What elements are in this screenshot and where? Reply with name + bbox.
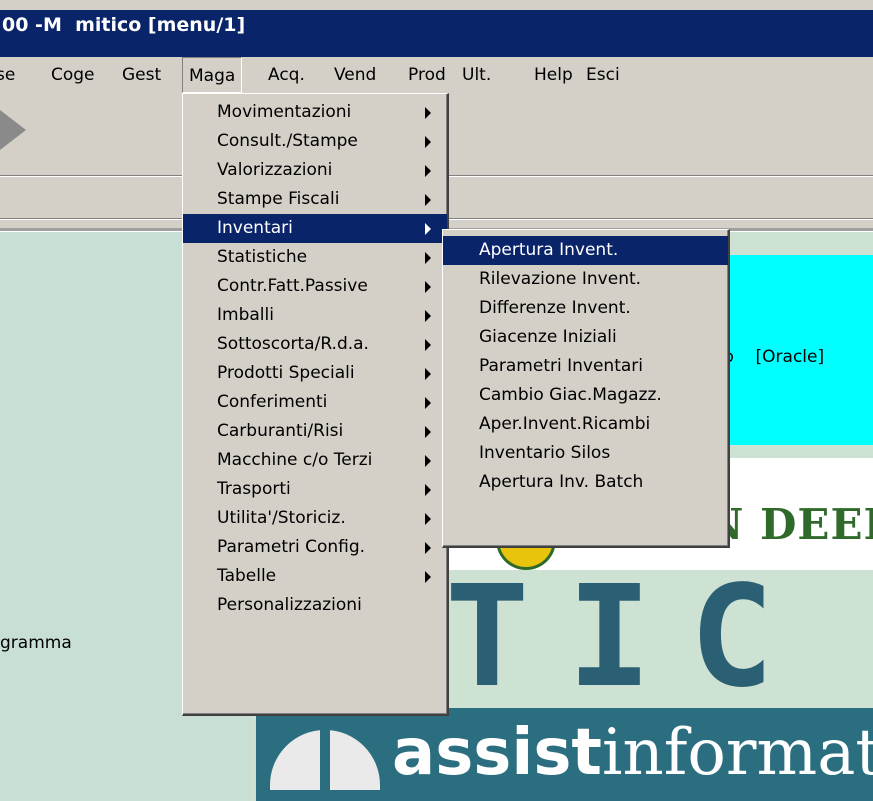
menu-item-consult-stampe[interactable]: Consult./Stampe bbox=[183, 127, 447, 156]
menu-item-label: Movimentazioni bbox=[217, 102, 352, 122]
submenu-item-label: Parametri Inventari bbox=[479, 356, 643, 376]
window-title: 00 -M mitico [menu/1] bbox=[2, 14, 246, 36]
menu-item-utilita-storiciz[interactable]: Utilita'/Storiciz. bbox=[183, 504, 447, 533]
submenu-item-label: Cambio Giac.Magazz. bbox=[479, 385, 662, 405]
menu-item-tabelle[interactable]: Tabelle bbox=[183, 562, 447, 591]
menu-prod[interactable]: Prod bbox=[402, 57, 452, 93]
menu-gest[interactable]: Gest bbox=[116, 57, 167, 93]
submenu-item-label: Aper.Invent.Ricambi bbox=[479, 414, 651, 434]
submenu-arrow-icon bbox=[425, 252, 431, 264]
menu-item-personalizzazioni[interactable]: Personalizzazioni bbox=[183, 591, 447, 620]
menu-item-label: Macchine c/o Terzi bbox=[217, 450, 373, 470]
menu-se[interactable]: se bbox=[0, 57, 21, 93]
menu-item-carburanti-risi[interactable]: Carburanti/Risi bbox=[183, 417, 447, 446]
menu-item-label: Stampe Fiscali bbox=[217, 189, 340, 209]
menu-item-label: Parametri Config. bbox=[217, 537, 366, 557]
menu-item-sottoscorta[interactable]: Sottoscorta/R.d.a. bbox=[183, 330, 447, 359]
menu-esci[interactable]: Esci bbox=[580, 57, 626, 93]
assist-light: informati bbox=[602, 716, 873, 790]
menu-item-contr-fatt-passive[interactable]: Contr.Fatt.Passive bbox=[183, 272, 447, 301]
submenu-arrow-icon bbox=[425, 542, 431, 554]
menu-maga[interactable]: Maga bbox=[182, 57, 243, 93]
menu-item-label: Contr.Fatt.Passive bbox=[217, 276, 368, 296]
submenu-item-label: Inventario Silos bbox=[479, 443, 611, 463]
submenu-item-label: Differenze Invent. bbox=[479, 298, 631, 318]
menu-item-stampe-fiscali[interactable]: Stampe Fiscali bbox=[183, 185, 447, 214]
submenu-arrow-icon bbox=[425, 513, 431, 525]
submenu-arrow-icon bbox=[425, 426, 431, 438]
menu-item-valorizzazioni[interactable]: Valorizzazioni bbox=[183, 156, 447, 185]
menu-item-statistiche[interactable]: Statistiche bbox=[183, 243, 447, 272]
submenu-item-rilevazione-invent[interactable]: Rilevazione Invent. bbox=[443, 265, 728, 294]
menu-item-conferimenti[interactable]: Conferimenti bbox=[183, 388, 447, 417]
submenu-arrow-icon bbox=[425, 571, 431, 583]
submenu-arrow-icon bbox=[425, 107, 431, 119]
menu-item-trasporti[interactable]: Trasporti bbox=[183, 475, 447, 504]
menu-item-parametri-config[interactable]: Parametri Config. bbox=[183, 533, 447, 562]
submenu-item-differenze-invent[interactable]: Differenze Invent. bbox=[443, 294, 728, 323]
submenu-item-parametri-inventari[interactable]: Parametri Inventari bbox=[443, 352, 728, 381]
submenu-arrow-icon bbox=[425, 136, 431, 148]
submenu-arrow-icon bbox=[425, 339, 431, 351]
menubar: se Coge Gest Maga Acq. Vend Prod Ult. He… bbox=[0, 57, 873, 93]
menu-help[interactable]: Help bbox=[528, 57, 579, 93]
menu-item-label: Prodotti Speciali bbox=[217, 363, 355, 383]
deere-brand-text: N DEEI bbox=[705, 500, 873, 549]
submenu-arrow-icon bbox=[425, 397, 431, 409]
submenu-item-inventario-silos[interactable]: Inventario Silos bbox=[443, 439, 728, 468]
menu-item-macchine-terzi[interactable]: Macchine c/o Terzi bbox=[183, 446, 447, 475]
submenu-arrow-icon bbox=[425, 368, 431, 380]
menu-item-label: Inventari bbox=[217, 218, 293, 238]
menu-coge[interactable]: Coge bbox=[45, 57, 101, 93]
submenu-arrow-icon bbox=[425, 484, 431, 496]
submenu-item-label: Rilevazione Invent. bbox=[479, 269, 642, 289]
menu-item-inventari[interactable]: Inventari bbox=[183, 214, 447, 243]
submenu-arrow-icon bbox=[425, 310, 431, 322]
menu-item-label: Consult./Stampe bbox=[217, 131, 358, 151]
assist-bold: assist bbox=[392, 716, 602, 790]
menu-acq[interactable]: Acq. bbox=[262, 57, 311, 93]
menu-vend[interactable]: Vend bbox=[328, 57, 382, 93]
submenu-item-label: Giacenze Iniziali bbox=[479, 327, 617, 347]
menu-item-label: Personalizzazioni bbox=[217, 595, 362, 615]
menu-item-label: Valorizzazioni bbox=[217, 160, 333, 180]
submenu-item-aper-invent-ricambi[interactable]: Aper.Invent.Ricambi bbox=[443, 410, 728, 439]
menu-item-label: Trasporti bbox=[217, 479, 291, 499]
submenu-arrow-icon bbox=[425, 165, 431, 177]
submenu-item-label: Apertura Inv. Batch bbox=[479, 472, 644, 492]
menu-item-prodotti-speciali[interactable]: Prodotti Speciali bbox=[183, 359, 447, 388]
menu-item-imballi[interactable]: Imballi bbox=[183, 301, 447, 330]
submenu-arrow-icon bbox=[425, 223, 431, 235]
forward-arrow-icon[interactable] bbox=[0, 110, 26, 150]
assist-brand-text: assistinformati bbox=[392, 716, 873, 790]
mitico-logo-text: TIC bbox=[445, 556, 812, 719]
menu-item-label: Carburanti/Risi bbox=[217, 421, 344, 441]
submenu-item-giacenze-iniziali[interactable]: Giacenze Iniziali bbox=[443, 323, 728, 352]
window-titlebar[interactable]: 00 -M mitico [menu/1] bbox=[0, 0, 873, 57]
submenu-item-apertura-inv-batch[interactable]: Apertura Inv. Batch bbox=[443, 468, 728, 497]
menu-item-label: Utilita'/Storiciz. bbox=[217, 508, 346, 528]
menu-ult[interactable]: Ult. bbox=[456, 57, 497, 93]
submenu-item-label: Apertura Invent. bbox=[479, 240, 619, 260]
submenu-item-apertura-invent[interactable]: Apertura Invent. bbox=[443, 236, 728, 265]
menu-item-label: Tabelle bbox=[217, 566, 277, 586]
left-panel-label: gramma bbox=[0, 633, 72, 653]
submenu-arrow-icon bbox=[425, 194, 431, 206]
menu-item-label: Conferimenti bbox=[217, 392, 328, 412]
menu-item-movimentazioni[interactable]: Movimentazioni bbox=[183, 98, 447, 127]
maga-dropdown-menu: Movimentazioni Consult./Stampe Valorizza… bbox=[182, 93, 449, 716]
menu-item-label: Statistiche bbox=[217, 247, 308, 267]
submenu-arrow-icon bbox=[425, 455, 431, 467]
menu-item-label: Sottoscorta/R.d.a. bbox=[217, 334, 369, 354]
inventari-submenu: Apertura Invent. Rilevazione Invent. Dif… bbox=[442, 229, 730, 548]
submenu-arrow-icon bbox=[425, 281, 431, 293]
submenu-item-cambio-giac[interactable]: Cambio Giac.Magazz. bbox=[443, 381, 728, 410]
menu-item-label: Imballi bbox=[217, 305, 274, 325]
